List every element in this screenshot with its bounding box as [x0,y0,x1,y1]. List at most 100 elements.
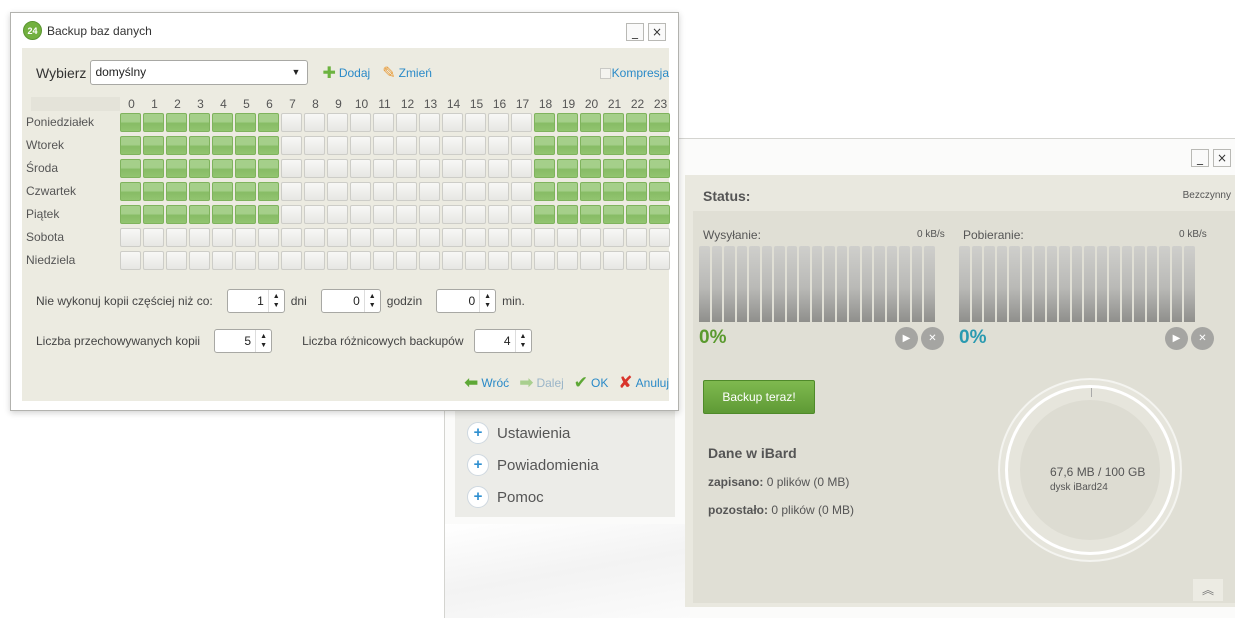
schedule-cell[interactable] [511,182,532,201]
play-icon[interactable]: ▶ [895,327,918,350]
schedule-cell[interactable] [419,136,440,155]
main-close-button[interactable]: × [1213,149,1231,167]
schedule-cell[interactable] [396,251,417,270]
schedule-cell[interactable] [626,113,647,132]
schedule-cell[interactable] [580,159,601,178]
schedule-cell[interactable] [373,182,394,201]
schedule-cell[interactable] [465,136,486,155]
schedule-cell[interactable] [281,228,302,247]
schedule-cell[interactable] [212,251,233,270]
schedule-cell[interactable] [281,205,302,224]
schedule-cell[interactable] [580,228,601,247]
schedule-cell[interactable] [304,228,325,247]
stepper-arrows-icon[interactable]: ▲ ▼ [363,290,380,312]
schedule-cell[interactable] [534,113,555,132]
schedule-cell[interactable] [327,251,348,270]
schedule-cell[interactable] [373,228,394,247]
schedule-cell[interactable] [557,113,578,132]
schedule-cell[interactable] [166,159,187,178]
schedule-cell[interactable] [212,205,233,224]
schedule-cell[interactable] [580,182,601,201]
schedule-cell[interactable] [212,228,233,247]
schedule-cell[interactable] [281,251,302,270]
schedule-cell[interactable] [350,182,371,201]
next-button[interactable]: ➡ Dalej [519,373,564,393]
schedule-cell[interactable] [120,136,141,155]
schedule-cell[interactable] [580,136,601,155]
schedule-cell[interactable] [189,228,210,247]
menu-item-pomoc[interactable]: + Pomoc [467,485,544,509]
schedule-cell[interactable] [649,228,670,247]
schedule-cell[interactable] [189,182,210,201]
schedule-cell[interactable] [649,205,670,224]
schedule-cell[interactable] [235,182,256,201]
schedule-cell[interactable] [603,136,624,155]
schedule-cell[interactable] [488,136,509,155]
schedule-cell[interactable] [603,205,624,224]
stepper-arrows-icon[interactable]: ▲ ▼ [267,290,284,312]
schedule-cell[interactable] [419,228,440,247]
schedule-cell[interactable] [327,113,348,132]
backup-now-button[interactable]: Backup teraz! [703,380,815,414]
schedule-cell[interactable] [419,113,440,132]
schedule-cell[interactable] [350,205,371,224]
schedule-cell[interactable] [120,205,141,224]
schedule-cell[interactable] [626,228,647,247]
schedule-cell[interactable] [166,228,187,247]
schedule-cell[interactable] [557,228,578,247]
schedule-cell[interactable] [580,251,601,270]
schedule-cell[interactable] [120,113,141,132]
schedule-cell[interactable] [304,182,325,201]
ok-button[interactable]: ✔ OK [574,373,609,393]
schedule-cell[interactable] [511,136,532,155]
menu-item-powiadomienia[interactable]: + Powiadomienia [467,453,599,477]
schedule-cell[interactable] [534,182,555,201]
schedule-cell[interactable] [396,136,417,155]
dodaj-button[interactable]: ✚ Dodaj [322,63,370,83]
schedule-cell[interactable] [258,228,279,247]
schedule-cell[interactable] [511,251,532,270]
schedule-cell[interactable] [258,251,279,270]
schedule-cell[interactable] [143,182,164,201]
schedule-cell[interactable] [534,228,555,247]
schedule-cell[interactable] [419,251,440,270]
schedule-cell[interactable] [603,159,624,178]
schedule-cell[interactable] [442,136,463,155]
schedule-cell[interactable] [534,136,555,155]
schedule-cell[interactable] [649,182,670,201]
schedule-cell[interactable] [143,205,164,224]
profile-select[interactable]: domyślny ▼ [90,60,309,85]
schedule-cell[interactable] [534,251,555,270]
schedule-cell[interactable] [373,251,394,270]
schedule-cell[interactable] [166,251,187,270]
schedule-cell[interactable] [488,205,509,224]
main-minimize-button[interactable]: _ [1191,149,1209,167]
schedule-cell[interactable] [557,251,578,270]
schedule-cell[interactable] [235,228,256,247]
schedule-cell[interactable] [557,182,578,201]
schedule-cell[interactable] [534,159,555,178]
schedule-cell[interactable] [373,205,394,224]
back-button[interactable]: ⬅ Wróć [464,373,509,393]
schedule-cell[interactable] [258,159,279,178]
schedule-cell[interactable] [488,113,509,132]
schedule-cell[interactable] [143,113,164,132]
schedule-cell[interactable] [626,205,647,224]
schedule-cell[interactable] [557,136,578,155]
schedule-cell[interactable] [649,251,670,270]
schedule-cell[interactable] [258,205,279,224]
schedule-cell[interactable] [327,159,348,178]
schedule-cell[interactable] [281,136,302,155]
schedule-cell[interactable] [488,251,509,270]
schedule-cell[interactable] [373,113,394,132]
schedule-cell[interactable] [189,159,210,178]
schedule-cell[interactable] [442,182,463,201]
kompresja-checkbox[interactable]: Kompresja [599,66,669,80]
schedule-cell[interactable] [511,113,532,132]
days-stepper[interactable]: 1 ▲ ▼ [226,289,285,313]
schedule-cell[interactable] [626,159,647,178]
schedule-cell[interactable] [465,205,486,224]
schedule-cell[interactable] [603,182,624,201]
schedule-cell[interactable] [327,205,348,224]
schedule-cell[interactable] [212,113,233,132]
